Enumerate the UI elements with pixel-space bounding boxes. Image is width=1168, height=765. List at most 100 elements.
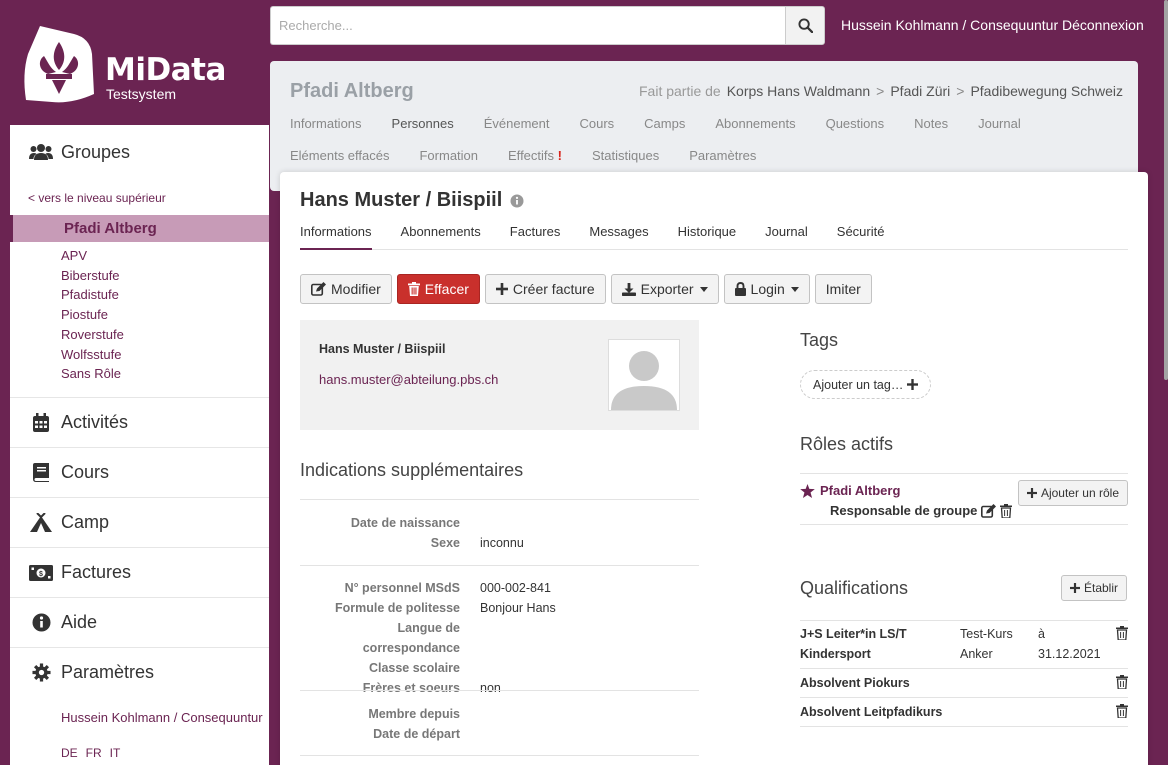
subgroup-item[interactable]: APV xyxy=(61,246,269,266)
breadcrumb-link[interactable]: Korps Hans Waldmann xyxy=(727,83,870,99)
parent-level-link[interactable]: < vers le niveau supérieur xyxy=(10,179,269,215)
edit-icon[interactable] xyxy=(981,503,997,518)
tab-person-subscriptions[interactable]: Abonnements xyxy=(401,224,481,249)
language-fr[interactable]: FR xyxy=(86,746,102,760)
plus-icon xyxy=(1026,488,1037,498)
sidebar-item-courses[interactable]: Cours xyxy=(10,448,269,498)
tab-group-notes[interactable]: Notes xyxy=(914,116,948,131)
breadcrumb-separator: > xyxy=(876,83,885,99)
field-label: Date de départ xyxy=(373,727,460,741)
trash-icon[interactable] xyxy=(1116,675,1128,692)
role-row: Pfadi Altberg Responsable de groupe Ajou… xyxy=(800,473,1128,525)
impersonate-button[interactable]: Imiter xyxy=(814,274,872,304)
top-user-link[interactable]: Hussein Kohlmann / Consequuntur xyxy=(841,17,1058,33)
tab-person-journal[interactable]: Journal xyxy=(765,224,808,249)
login-dropdown-button[interactable]: Login xyxy=(723,274,810,304)
add-tag-button[interactable]: Ajouter un tag… xyxy=(800,370,932,399)
search-button[interactable] xyxy=(785,6,825,45)
tab-person-security[interactable]: Sécurité xyxy=(837,224,885,249)
subgroup-item[interactable]: Roverstufe xyxy=(61,325,269,345)
breadcrumb-link[interactable]: Pfadibewegung Schweiz xyxy=(970,83,1123,99)
establish-qualification-button[interactable]: Établir xyxy=(1061,575,1128,601)
tab-group-camps[interactable]: Camps xyxy=(644,116,685,131)
subgroup-list: APV Biberstufe Pfadistufe Piostufe Rover… xyxy=(10,242,269,394)
trash-icon[interactable] xyxy=(1116,704,1128,721)
sidebar-settings-label: Paramètres xyxy=(61,662,155,682)
contact-email-link[interactable]: hans.muster@abteilung.pbs.ch xyxy=(319,372,498,387)
sidebar-item-settings[interactable]: Paramètres xyxy=(10,648,269,697)
add-role-button[interactable]: Ajouter un rôle xyxy=(1017,480,1128,506)
page-scrollbar[interactable] xyxy=(1164,0,1168,380)
field-member-since: Membre depuis xyxy=(300,704,699,724)
tab-group-courses[interactable]: Cours xyxy=(579,116,614,131)
tab-group-journal[interactable]: Journal xyxy=(978,116,1021,131)
chevron-down-icon xyxy=(699,286,708,292)
person-tabs: Informations Abonnements Factures Messag… xyxy=(300,224,1128,250)
sidebar-groups-section: Groupes < vers le niveau supérieur Pfadi… xyxy=(10,125,269,398)
tab-person-informations[interactable]: Informations xyxy=(300,224,372,250)
search-input[interactable] xyxy=(270,6,785,45)
tab-person-history[interactable]: Historique xyxy=(678,224,737,249)
field-value: Bonjour Hans xyxy=(480,601,556,615)
cog-icon xyxy=(28,663,54,683)
qualification-source-line: Test-Kurs xyxy=(960,627,1013,641)
add-role-label: Ajouter un rôle xyxy=(1040,486,1119,500)
language-de[interactable]: DE xyxy=(61,746,78,760)
sidebar-user-link[interactable]: Hussein Kohlmann / Consequuntur xyxy=(10,710,263,725)
field-leave-date: Date de départ xyxy=(300,724,699,744)
sidebar-item-help[interactable]: Aide xyxy=(10,598,269,648)
edit-icon xyxy=(311,282,326,296)
field-salutation: Formule de politesse Bonjour Hans xyxy=(300,598,699,618)
edit-button[interactable]: Modifier xyxy=(300,274,392,304)
create-invoice-button[interactable]: Créer facture xyxy=(484,274,606,304)
field-msds-number: N° personnel MSdS 000-002-841 xyxy=(300,578,699,598)
tab-group-subscriptions[interactable]: Abonnements xyxy=(715,116,795,131)
qualification-source-line: Anker xyxy=(960,647,993,661)
add-tag-label: Ajouter un tag… xyxy=(813,377,904,392)
subgroup-item[interactable]: Sans Rôle xyxy=(61,364,269,384)
tab-group-questions[interactable]: Questions xyxy=(826,116,885,131)
language-it[interactable]: IT xyxy=(110,746,121,760)
tab-group-persons[interactable]: Personnes xyxy=(392,116,454,131)
info-group-membership: Membre depuis Date de départ xyxy=(300,690,699,756)
info-circle-icon[interactable] xyxy=(510,194,524,208)
plus-icon xyxy=(1070,583,1080,593)
subgroup-item[interactable]: Pfadistufe xyxy=(61,285,269,305)
tab-person-messages[interactable]: Messages xyxy=(589,224,648,249)
tab-person-invoices[interactable]: Factures xyxy=(510,224,561,249)
tab-group-settings[interactable]: Paramètres xyxy=(689,148,756,163)
group-title: Pfadi Altberg xyxy=(290,80,414,102)
breadcrumb-link[interactable]: Pfadi Züri xyxy=(890,83,950,99)
sidebar-item-activities[interactable]: Activités xyxy=(10,398,269,448)
tab-group-events[interactable]: Événement xyxy=(484,116,550,131)
sidebar-courses-label: Cours xyxy=(61,462,110,482)
brand-name: MiData xyxy=(105,52,226,88)
role-group[interactable]: Pfadi Altberg xyxy=(800,483,900,498)
sidebar-item-invoices[interactable]: $ Factures xyxy=(10,548,269,598)
trash-icon[interactable] xyxy=(1116,626,1128,643)
logout-link[interactable]: Déconnexion xyxy=(1062,17,1144,33)
delete-button[interactable]: Effacer xyxy=(396,274,480,304)
sidebar-groups-label: Groupes xyxy=(61,141,131,162)
tab-group-statistics[interactable]: Statistiques xyxy=(592,148,659,163)
tab-group-informations[interactable]: Informations xyxy=(290,116,362,131)
tab-group-census[interactable]: Effectifs ! xyxy=(508,148,562,163)
sidebar-current-group[interactable]: Pfadi Altberg xyxy=(10,215,269,242)
calendar-icon xyxy=(28,412,54,433)
subgroup-item[interactable]: Wolfsstufe xyxy=(61,345,269,365)
export-dropdown-button[interactable]: Exporter xyxy=(610,274,719,304)
trash-icon[interactable] xyxy=(1000,503,1013,518)
sidebar-item-groups[interactable]: Groupes xyxy=(10,125,269,179)
sidebar-item-camp[interactable]: Camp xyxy=(10,498,269,548)
midata-logo[interactable]: MiData Testsystem xyxy=(22,24,237,106)
subgroup-item[interactable]: Biberstufe xyxy=(61,266,269,286)
tab-group-training[interactable]: Formation xyxy=(419,148,478,163)
download-icon xyxy=(621,282,636,296)
person-title-text: Hans Muster / Biispiil xyxy=(300,189,503,211)
create-invoice-label: Créer facture xyxy=(512,281,595,297)
tab-group-deleted[interactable]: Eléments effacés xyxy=(290,148,389,163)
tent-icon xyxy=(28,512,54,533)
subgroup-item[interactable]: Piostufe xyxy=(61,305,269,325)
establish-label: Établir xyxy=(1084,581,1119,595)
qualification-date-line: à xyxy=(1038,627,1045,641)
